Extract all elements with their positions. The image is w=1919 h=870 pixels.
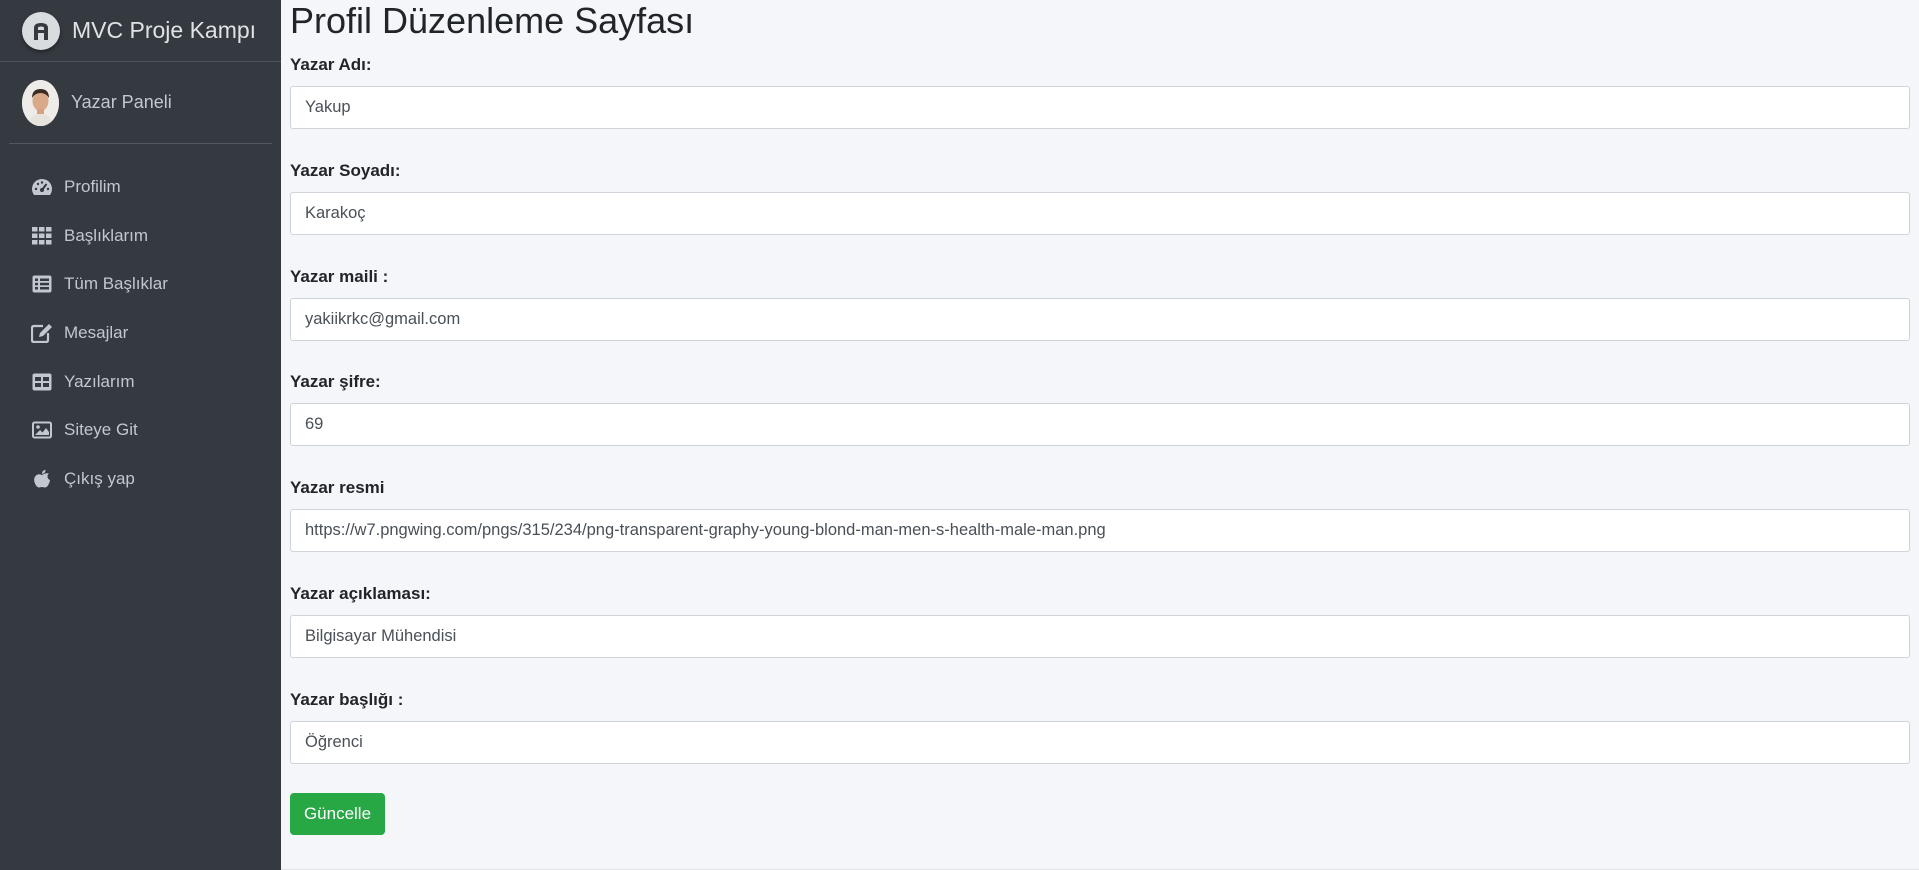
sidebar-item-yazilarim[interactable]: Yazılarım xyxy=(0,357,281,406)
grid-icon xyxy=(30,226,54,246)
apple-icon xyxy=(30,469,54,489)
sidebar-item-basliklarim[interactable]: Başlıklarım xyxy=(0,212,281,261)
user-panel[interactable]: Yazar Paneli xyxy=(9,62,272,144)
last-name-label: Yazar Soyadı: xyxy=(290,161,401,180)
list-icon xyxy=(30,274,54,294)
brand-logo-icon xyxy=(22,11,60,50)
sidebar-item-label: Profilim xyxy=(64,177,121,197)
image-icon xyxy=(30,420,54,440)
form-group-email: Yazar maili : xyxy=(290,267,1910,341)
sidebar-nav: Profilim Başlıklarım Tüm Başlıklar Mesaj… xyxy=(0,144,281,503)
sidebar-item-label: Başlıklarım xyxy=(64,225,149,245)
form-group-title: Yazar başlığı : xyxy=(290,690,1910,764)
title-label: Yazar başlığı : xyxy=(290,690,404,709)
image-url-label: Yazar resmi xyxy=(290,478,385,497)
sidebar-item-profilim[interactable]: Profilim xyxy=(0,163,281,212)
sidebar: MVC Proje Kampı Yazar Paneli Profilim Ba… xyxy=(0,0,281,870)
avatar xyxy=(22,79,59,126)
last-name-input[interactable] xyxy=(290,192,1910,235)
form-group-last-name: Yazar Soyadı: xyxy=(290,161,1910,235)
password-input[interactable] xyxy=(290,403,1910,446)
user-name: Yazar Paneli xyxy=(71,92,172,112)
email-input[interactable] xyxy=(290,298,1910,341)
content-area: Profil Düzenleme Sayfası Yazar Adı: Yaza… xyxy=(281,0,1919,870)
sidebar-item-siteye-git[interactable]: Siteye Git xyxy=(0,406,281,455)
table-icon xyxy=(30,372,54,392)
sidebar-item-label: Tüm Başlıklar xyxy=(64,274,168,294)
edit-icon xyxy=(30,323,54,344)
sidebar-item-cikis-yap[interactable]: Çıkış yap xyxy=(0,455,281,504)
brand-link[interactable]: MVC Proje Kampı xyxy=(0,0,281,62)
title-input[interactable] xyxy=(290,721,1910,764)
about-label: Yazar açıklaması: xyxy=(290,584,431,603)
form-group-about: Yazar açıklaması: xyxy=(290,584,1910,658)
sidebar-item-label: Mesajlar xyxy=(64,323,129,343)
form-group-password: Yazar şifre: xyxy=(290,372,1910,446)
sidebar-item-tum-basliklar[interactable]: Tüm Başlıklar xyxy=(0,260,281,309)
about-input[interactable] xyxy=(290,615,1910,658)
first-name-input[interactable] xyxy=(290,86,1910,129)
form-group-image: Yazar resmi xyxy=(290,478,1910,552)
password-label: Yazar şifre: xyxy=(290,372,381,391)
sidebar-item-mesajlar[interactable]: Mesajlar xyxy=(0,309,281,358)
page-title: Profil Düzenleme Sayfası xyxy=(290,0,695,41)
email-label: Yazar maili : xyxy=(290,267,389,286)
sidebar-item-label: Çıkış yap xyxy=(64,468,135,488)
update-button[interactable]: Güncelle xyxy=(290,793,385,835)
first-name-label: Yazar Adı: xyxy=(290,55,372,74)
sidebar-item-label: Yazılarım xyxy=(64,371,135,391)
image-url-input[interactable] xyxy=(290,509,1910,552)
speedometer-icon xyxy=(30,177,54,197)
sidebar-item-label: Siteye Git xyxy=(64,420,138,440)
form-group-first-name: Yazar Adı: xyxy=(290,55,1910,129)
brand-text: MVC Proje Kampı xyxy=(72,17,257,43)
